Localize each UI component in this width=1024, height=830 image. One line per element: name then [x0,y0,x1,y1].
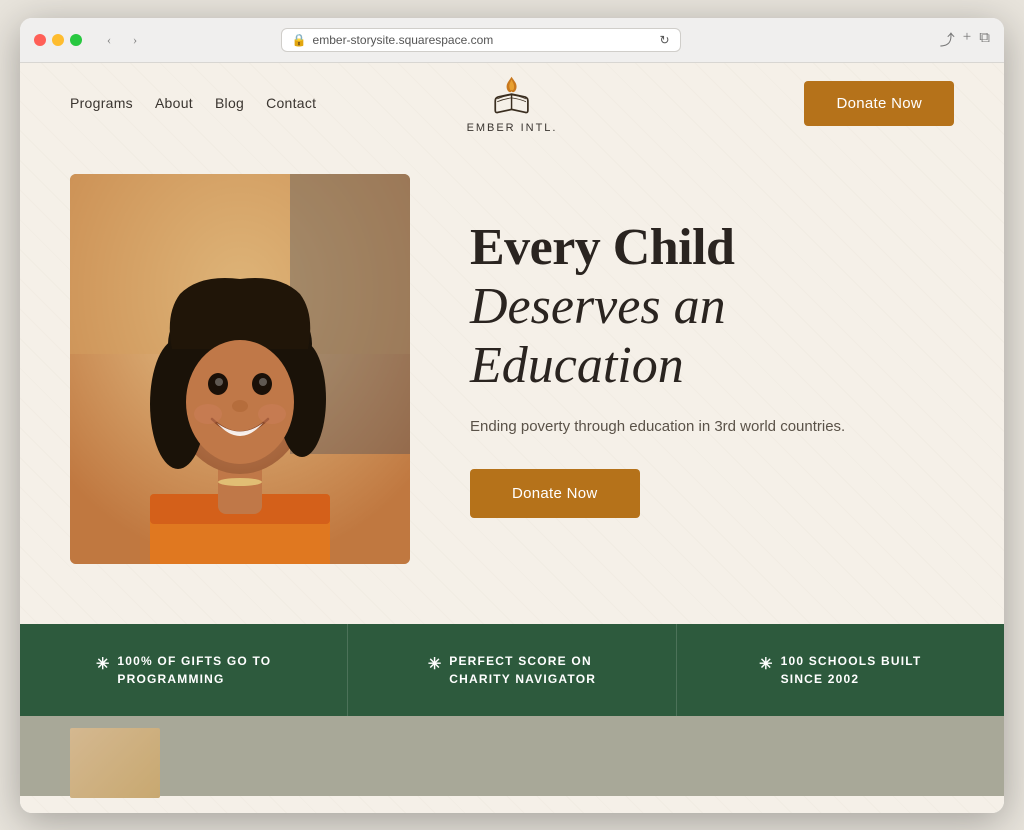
hero-image [70,174,410,564]
lock-icon: 🔒 [292,33,307,47]
stat-text-1: 100% OF GIFTS GO TO PROGRAMMING [117,652,271,688]
stat-asterisk-3: ✳ [759,654,772,674]
hero-title-line2: Deserves an [470,277,954,337]
stat-item-charity: ✳ PERFECT SCORE ON CHARITY NAVIGATOR [347,624,675,716]
site-logo[interactable]: EMBER INTL. [467,72,558,134]
hero-subtitle: Ending poverty through education in 3rd … [470,416,954,439]
site-header: Programs About Blog Contact [20,63,1004,144]
minimize-button[interactable] [52,34,64,46]
browser-window: ‹ › 🔒 ember-storysite.squarespace.com ↻ … [20,18,1004,813]
hero-image-container [70,174,410,564]
url-text: ember-storysite.squarespace.com [313,33,494,47]
share-icon[interactable]: ⤴ [940,29,955,50]
nav-about[interactable]: About [155,95,193,111]
logo-text: EMBER INTL. [467,122,558,134]
footer-preview [20,716,1004,796]
nav-blog[interactable]: Blog [215,95,244,111]
logo-icon [488,72,536,120]
hero-content: Every Child Deserves an Education Ending… [450,219,954,517]
maximize-button[interactable] [70,34,82,46]
hero-title: Every Child Deserves an Education [470,219,954,396]
hero-section: Every Child Deserves an Education Ending… [20,144,1004,624]
back-button[interactable]: ‹ [98,29,120,51]
stat-text-2: PERFECT SCORE ON CHARITY NAVIGATOR [449,652,596,688]
close-button[interactable] [34,34,46,46]
nav-programs[interactable]: Programs [70,95,133,111]
browser-actions: ⤴ + ⧉ [940,29,990,50]
stat-text-3: 100 SCHOOLS BUILT SINCE 2002 [781,652,922,688]
traffic-lights [34,34,82,46]
stat-asterisk-1: ✳ [96,654,109,674]
browser-chrome: ‹ › 🔒 ember-storysite.squarespace.com ↻ … [20,18,1004,63]
donate-button-hero[interactable]: Donate Now [470,469,640,518]
hero-title-line1: Every Child [470,219,954,276]
hero-title-line3: Education [470,336,954,396]
stat-item-gifts: ✳ 100% OF GIFTS GO TO PROGRAMMING [20,624,347,716]
footer-image [70,728,160,798]
browser-controls: ‹ › [98,29,146,51]
refresh-icon[interactable]: ↻ [660,33,670,47]
windows-icon[interactable]: ⧉ [979,29,990,50]
forward-button[interactable]: › [124,29,146,51]
donate-button-header[interactable]: Donate Now [804,81,954,126]
address-bar[interactable]: 🔒 ember-storysite.squarespace.com ↻ [281,28,681,52]
new-tab-icon[interactable]: + [963,29,971,50]
stat-asterisk-2: ✳ [428,654,441,674]
nav-contact[interactable]: Contact [266,95,316,111]
main-nav: Programs About Blog Contact [70,95,316,111]
stats-bar: ✳ 100% OF GIFTS GO TO PROGRAMMING ✳ PERF… [20,624,1004,716]
stat-item-schools: ✳ 100 SCHOOLS BUILT SINCE 2002 [676,624,1004,716]
page-content: Programs About Blog Contact [20,63,1004,813]
